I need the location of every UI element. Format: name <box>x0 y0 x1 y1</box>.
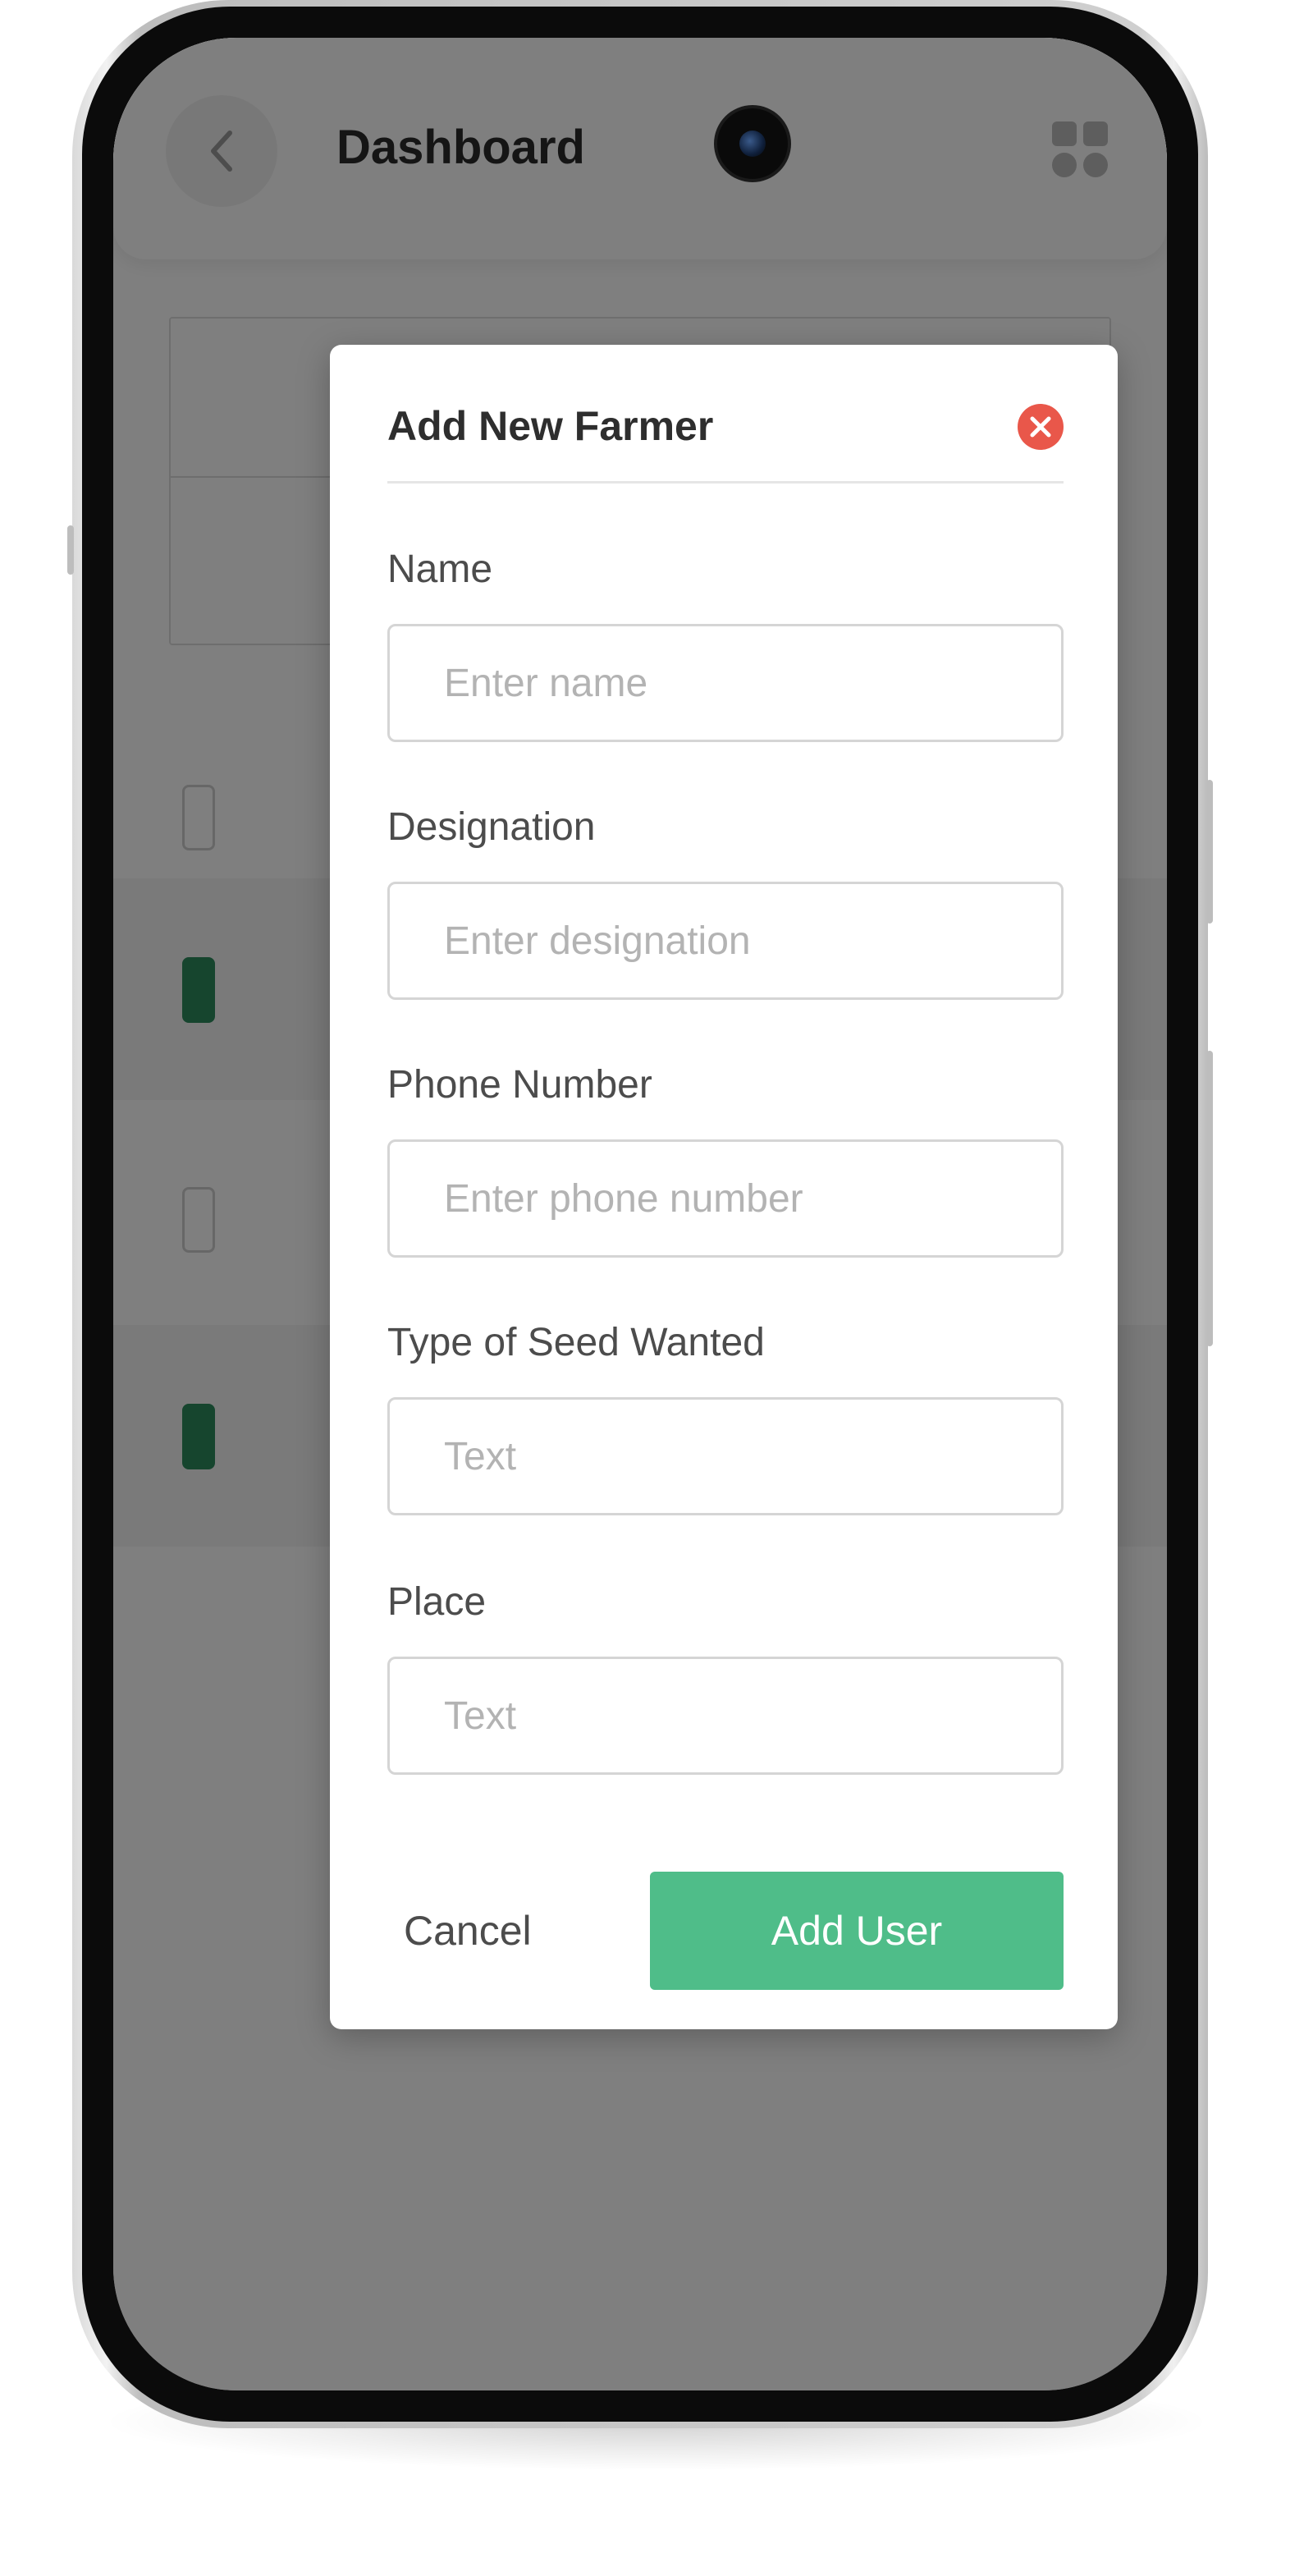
seed-type-label: Type of Seed Wanted <box>387 1321 765 1364</box>
modal-divider <box>387 481 1064 484</box>
designation-label: Designation <box>387 805 596 849</box>
close-icon <box>1030 416 1051 438</box>
close-button[interactable] <box>1018 404 1064 450</box>
modal-title: Add New Farmer <box>387 403 714 449</box>
name-input[interactable] <box>387 624 1064 742</box>
seed-type-input[interactable] <box>387 1397 1064 1515</box>
phone-number-label: Phone Number <box>387 1063 652 1107</box>
designation-input[interactable] <box>387 882 1064 1000</box>
add-farmer-modal: Add New Farmer Name Designation Phone Nu… <box>330 345 1118 2029</box>
add-user-button[interactable]: Add User <box>650 1872 1064 1990</box>
phone-volume-button <box>1206 1051 1213 1346</box>
name-label: Name <box>387 548 493 591</box>
cancel-button[interactable]: Cancel <box>387 1872 535 1990</box>
phone-screen: Dashboard ··· ··· ··· ··· Add New Fa <box>113 38 1167 2390</box>
place-label: Place <box>387 1580 487 1624</box>
front-camera <box>717 108 788 179</box>
phone-power-button <box>1206 780 1213 924</box>
phone-side-button-left <box>67 525 74 575</box>
place-input[interactable] <box>387 1657 1064 1775</box>
phone-number-input[interactable] <box>387 1139 1064 1258</box>
